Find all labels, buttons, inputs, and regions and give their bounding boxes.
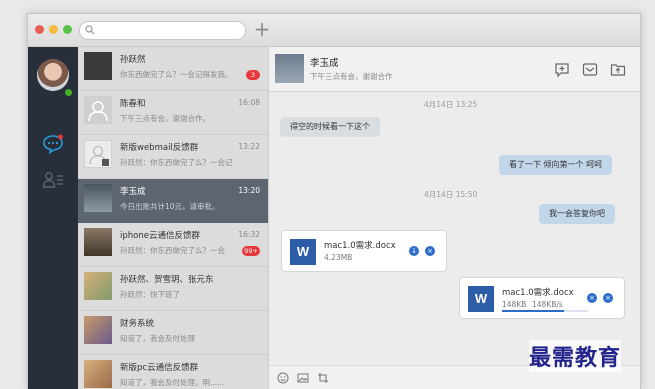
outgoing-message[interactable]: 看了一下 倾向第一个 呵呵 <box>499 155 613 175</box>
my-avatar[interactable] <box>37 59 69 91</box>
word-file-icon: W <box>468 286 494 312</box>
avatar <box>84 228 112 256</box>
conversation-name: 李玉成 <box>120 187 146 197</box>
conversation-name: 新版webmail反馈群 <box>120 143 199 153</box>
file-size: 4.23MB <box>324 253 353 262</box>
conversation-name: iphone云通信反馈群 <box>120 231 200 241</box>
left-nav-bar <box>28 47 78 389</box>
conversation-snippet: 孙跃然：快下班了 <box>120 290 180 299</box>
search-icon <box>85 25 95 35</box>
mail-icon[interactable] <box>582 62 598 77</box>
conversation-snippet: 今日出账共计10元，请审批。 <box>120 202 220 211</box>
emoji-icon[interactable] <box>277 372 289 384</box>
conversation-item[interactable]: 财务系统 知道了，我会及时处理 <box>78 311 268 355</box>
conversation-name: 陈春和 <box>120 99 146 109</box>
watermark-logo: 最需教育 <box>529 340 622 372</box>
incoming-file-card[interactable]: W mac1.0需求.docx 4.23MB ↓ × <box>281 230 447 272</box>
title-bar: + <box>28 14 640 47</box>
conversation-item[interactable]: 新版pc云通信反馈群 知道了，我会及时处理。明...... <box>78 355 268 389</box>
cancel-icon[interactable]: × <box>425 246 435 256</box>
conversation-snippet: 下午三点有会，谢谢合作。 <box>120 114 210 123</box>
app-window: + 孙跃然 你东西做完了么？一会记得发我。 3 陈春和 下午三点有会，谢谢合作。… <box>27 13 641 389</box>
message-timestamp: 4月14日 15:50 <box>424 190 478 199</box>
zoom-window-button[interactable] <box>63 25 72 34</box>
file-size: 148KB <box>502 300 527 309</box>
conversation-snippet: 知道了，我会及时处理 <box>120 334 195 343</box>
word-file-icon: W <box>290 239 316 265</box>
avatar <box>84 140 112 168</box>
add-chat-button[interactable]: + <box>253 18 271 40</box>
cancel-icon[interactable]: × <box>603 293 613 303</box>
conversation-name: 孙跃然 <box>120 55 146 65</box>
avatar <box>84 272 112 300</box>
new-message-icon[interactable] <box>554 62 570 77</box>
file-name: mac1.0需求.docx <box>502 288 574 298</box>
crop-icon[interactable] <box>317 372 329 384</box>
avatar <box>84 184 112 212</box>
search-input[interactable] <box>79 21 246 40</box>
chat-panel: 李玉成 下午三点有会，谢谢合作 4月14日 13:25 得空的时候看一下这个 看… <box>269 47 640 389</box>
avatar <box>84 52 112 80</box>
conversation-snippet: 你东西做完了么？一会记得发我。 <box>120 70 233 79</box>
conversation-list: 孙跃然 你东西做完了么？一会记得发我。 3 陈春和 下午三点有会，谢谢合作。 1… <box>78 47 269 389</box>
conversation-time: 16:32 <box>238 230 260 239</box>
incoming-message[interactable]: 得空的时候看一下这个 <box>280 117 380 137</box>
conversation-item[interactable]: 陈春和 下午三点有会，谢谢合作。 16:08 <box>78 91 268 135</box>
unread-badge: 99+ <box>242 246 260 256</box>
upload-progress-bar <box>502 310 588 312</box>
conversation-item-selected[interactable]: 李玉成 今日出账共计10元，请审批。 13:20 <box>78 179 268 223</box>
contact-status: 下午三点有会，谢谢合作 <box>310 72 393 81</box>
unread-badge: 3 <box>246 70 260 80</box>
chat-bubble-icon[interactable] <box>42 134 64 154</box>
contacts-icon[interactable] <box>42 170 64 190</box>
avatar <box>84 96 112 124</box>
default-avatar-icon <box>88 101 108 122</box>
avatar <box>84 316 112 344</box>
image-icon[interactable] <box>297 372 309 384</box>
conversation-name: 财务系统 <box>120 319 155 329</box>
conversation-time: 13:20 <box>238 186 260 195</box>
conversation-item[interactable]: 新版webmail反馈群 孙跃然：你东西做完了么？一会记 13:22 <box>78 135 268 179</box>
avatar <box>84 360 112 388</box>
online-status-dot <box>64 88 73 97</box>
transfer-speed: 148KB/s <box>532 300 563 309</box>
conversation-time: 13:22 <box>238 142 260 151</box>
folder-icon[interactable] <box>610 62 626 77</box>
conversation-time: 16:08 <box>238 98 260 107</box>
upload-progress-fill <box>502 310 564 312</box>
conversation-item[interactable]: iphone云通信反馈群 孙跃然：你东西做完了么？一会 16:32 99+ <box>78 223 268 267</box>
close-window-button[interactable] <box>35 25 44 34</box>
conversation-item[interactable]: 孙跃然、贺雪玥、张元东 孙跃然：快下班了 <box>78 267 268 311</box>
contact-name: 李玉成 <box>310 58 339 69</box>
file-name: mac1.0需求.docx <box>324 241 396 251</box>
conversation-snippet: 孙跃然：你东西做完了么？一会记 <box>120 158 233 167</box>
message-timestamp: 4月14日 13:25 <box>424 100 478 109</box>
conversation-name: 孙跃然、贺雪玥、张元东 <box>120 275 214 285</box>
group-avatar-icon <box>89 145 109 166</box>
chat-header: 李玉成 下午三点有会，谢谢合作 <box>269 47 640 92</box>
conversation-name: 新版pc云通信反馈群 <box>120 363 199 373</box>
pause-icon[interactable]: × <box>587 293 597 303</box>
conversation-snippet: 知道了，我会及时处理。明...... <box>120 378 225 387</box>
download-icon[interactable]: ↓ <box>409 246 419 256</box>
minimize-window-button[interactable] <box>49 25 58 34</box>
contact-avatar[interactable] <box>275 54 304 83</box>
outgoing-file-card[interactable]: W mac1.0需求.docx 148KB 148KB/s × × <box>459 277 625 319</box>
conversation-item[interactable]: 孙跃然 你东西做完了么？一会记得发我。 3 <box>78 47 268 91</box>
conversation-snippet: 孙跃然：你东西做完了么？一会 <box>120 246 225 255</box>
outgoing-message[interactable]: 我一会答复你吧 <box>539 204 615 224</box>
